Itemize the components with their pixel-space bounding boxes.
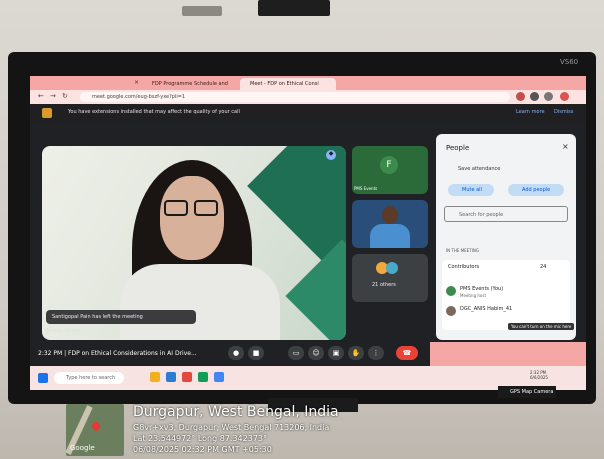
tab-meet[interactable]: Meet - FDP on Ethical Consi <box>240 78 336 90</box>
warning-icon <box>42 108 52 118</box>
glasses-icon <box>164 200 188 216</box>
participant-tile[interactable] <box>352 200 428 248</box>
ceiling-fixture <box>258 0 330 16</box>
ceiling-fixture-small <box>182 6 222 16</box>
location-address: G8vr+xv3, Durgapur, West Bengal 713206, … <box>133 423 330 432</box>
pin-icon[interactable]: ◆ <box>326 150 336 160</box>
avatar <box>386 262 398 274</box>
map-attribution: Google <box>70 444 95 452</box>
meeting-time-title: 2:32 PM | FDP on Ethical Considerations … <box>38 350 197 357</box>
meeting-time: 2:32 PM <box>38 350 63 357</box>
gps-badge: GPS Map Camera <box>498 386 556 398</box>
contributors-count: 24 <box>540 264 547 270</box>
list-item[interactable]: PMS Events (You) <box>460 286 503 292</box>
avatar: F <box>380 156 398 174</box>
forward-icon[interactable]: → <box>50 92 56 100</box>
participant-name: PMS Events <box>354 186 378 191</box>
learn-more-link[interactable]: Learn more <box>516 109 545 115</box>
profile-icon[interactable] <box>544 92 553 101</box>
mic-button[interactable]: ● <box>228 346 244 360</box>
glasses-icon <box>194 200 218 216</box>
emoji-button[interactable]: ☺ <box>308 346 324 360</box>
location-city: Durgapur, West Bengal, India <box>133 404 339 420</box>
dismiss-button[interactable]: Dismiss <box>554 109 573 115</box>
left-meeting-toast: Santigopal Pain has left the meeting <box>46 310 196 324</box>
app-icon[interactable] <box>182 372 192 382</box>
tray-clock[interactable]: 2:32 PM 6/6/2025 <box>530 370 548 380</box>
extension-icon[interactable] <box>516 92 525 101</box>
close-icon[interactable]: × <box>134 79 139 86</box>
more-options-button[interactable]: ⋮ <box>368 346 384 360</box>
map-thumbnail: Google <box>66 404 124 456</box>
camera-button[interactable]: ■ <box>248 346 264 360</box>
panel-title: People <box>446 144 470 152</box>
chrome-icon[interactable] <box>214 372 224 382</box>
host-label: Meeting host <box>460 293 487 298</box>
start-icon[interactable] <box>38 373 48 383</box>
people-search-input[interactable]: Search for people <box>444 206 568 222</box>
file-explorer-icon[interactable] <box>150 372 160 382</box>
tray-date: 6/6/2025 <box>530 375 548 380</box>
captions-button[interactable]: ▭ <box>288 346 304 360</box>
tab-label: Meet - FDP on Ethical Consi <box>250 81 319 87</box>
participant-body <box>370 224 410 248</box>
tooltip: You can't turn on the mic here <box>508 323 575 330</box>
speaker-body <box>120 264 280 340</box>
close-icon[interactable]: × <box>562 142 569 151</box>
pinned-participant-name: Anisha Ghosh <box>46 328 81 334</box>
app-icon[interactable] <box>166 372 176 382</box>
location-datetime: 06/08/2025 02:32 PM GMT +05:30 <box>133 445 272 454</box>
back-icon[interactable]: ← <box>38 92 44 100</box>
map-pin-icon <box>90 420 102 432</box>
present-button[interactable]: ▣ <box>328 346 344 360</box>
url-input[interactable]: meet.google.com/eug-bszf-yxe?pli=1 <box>80 92 510 102</box>
side-controls <box>430 342 586 366</box>
section-heading: IN THE MEETING <box>446 248 479 253</box>
monitor-screen: FDP Programme Schedule and Meet - FDP on… <box>30 76 586 390</box>
tab-label: FDP Programme Schedule and <box>152 81 228 87</box>
add-people-button[interactable]: Add people <box>508 184 564 196</box>
app-icon[interactable] <box>198 372 208 382</box>
monitor-badge: VS60 <box>560 58 579 66</box>
tab-schedule[interactable]: FDP Programme Schedule and <box>142 78 238 90</box>
speaker-face <box>160 176 224 260</box>
menu-icon[interactable] <box>560 92 569 101</box>
mute-all-button[interactable]: Mute all <box>448 184 494 196</box>
taskbar-search-input[interactable]: Type here to search <box>54 372 124 384</box>
avatar <box>446 286 456 296</box>
extension-icon[interactable] <box>530 92 539 101</box>
reload-icon[interactable]: ↻ <box>62 92 68 100</box>
contributors-label[interactable]: Contributors <box>448 264 479 270</box>
others-count: 21 others <box>372 282 396 288</box>
banner-text: You have extensions installed that may a… <box>68 109 240 115</box>
raise-hand-button[interactable]: ✋ <box>348 346 364 360</box>
avatar <box>446 306 456 316</box>
meeting-title: FDP on Ethical Considerations in AI Driv… <box>68 350 197 357</box>
leave-call-button[interactable]: ☎ <box>396 346 418 360</box>
participant-head <box>382 206 398 224</box>
list-item[interactable]: DGC_ANIS Habim_41 <box>460 306 512 312</box>
location-coords: Lat 23.544972° Long 87.342373° <box>133 434 268 443</box>
save-attendance-button[interactable]: Save attendance <box>458 166 500 172</box>
